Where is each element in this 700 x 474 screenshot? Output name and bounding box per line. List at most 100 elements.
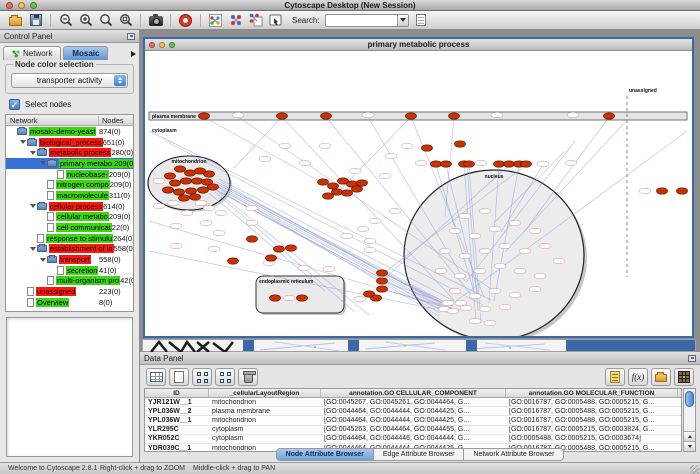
- network-node[interactable]: [441, 161, 452, 167]
- table-cell[interactable]: cytoplasm: [209, 426, 321, 433]
- network-node[interactable]: [170, 180, 181, 186]
- table-row[interactable]: YPL036W__1mitochondrion[GO:0044464, GO:0…: [145, 416, 681, 425]
- tree-row[interactable]: transport558(0): [6, 254, 133, 265]
- network-node[interactable]: [342, 190, 353, 196]
- network-node[interactable]: [259, 156, 271, 161]
- scrollbar-thumb[interactable]: [685, 391, 694, 407]
- network-node[interactable]: [469, 233, 481, 238]
- close-button[interactable]: [149, 42, 155, 48]
- tab-network[interactable]: Network: [3, 46, 61, 60]
- network-node[interactable]: [377, 286, 388, 292]
- tree-row[interactable]: nucleobase-209(0): [6, 169, 133, 180]
- table-cell[interactable]: cytoplasm: [209, 435, 321, 442]
- tree-row[interactable]: biological_process651(0): [6, 137, 133, 148]
- tree-row[interactable]: response to stimulu264(0): [6, 233, 133, 244]
- network-node[interactable]: [362, 112, 374, 117]
- resize-grip[interactable]: [690, 465, 699, 474]
- network-node[interactable]: [499, 243, 511, 248]
- network-node[interactable]: [479, 306, 491, 311]
- network-node[interactable]: [509, 220, 521, 225]
- network-node[interactable]: [489, 226, 501, 231]
- column-molecular-function[interactable]: annotation.GO MOLECULAR_FUNCTION: [506, 389, 678, 397]
- network-node[interactable]: [464, 161, 475, 167]
- network-node[interactable]: [454, 273, 466, 278]
- new-attribute-button[interactable]: [169, 368, 189, 386]
- network-node[interactable]: [489, 288, 501, 293]
- create-network-icon[interactable]: [228, 13, 243, 28]
- network-window-titlebar[interactable]: primary metabolic process: [145, 39, 692, 51]
- network-node[interactable]: [299, 160, 311, 165]
- network-node[interactable]: [377, 270, 388, 276]
- tree-row[interactable]: multi-organism pro42(0): [6, 276, 133, 287]
- network-node[interactable]: [469, 318, 481, 323]
- attribute-table[interactable]: ID _cellularLayoutRegion annotation.GO C…: [144, 388, 682, 452]
- minimize-button[interactable]: [18, 2, 25, 9]
- table-row[interactable]: YKR052Ccytoplasm[GO:0044464, GO:0044446,…: [145, 435, 681, 444]
- network-node[interactable]: [200, 220, 212, 225]
- network-node[interactable]: [274, 246, 285, 252]
- network-node[interactable]: [192, 178, 203, 184]
- network-node[interactable]: [181, 210, 193, 215]
- network-node[interactable]: [232, 112, 244, 117]
- network-node[interactable]: [357, 180, 368, 186]
- network-node[interactable]: [553, 258, 565, 263]
- network-node[interactable]: [529, 228, 541, 233]
- table-cell[interactable]: [GO:0005488, GO:0005215, GO:0003674]: [506, 435, 678, 442]
- network-node[interactable]: [354, 296, 366, 301]
- network-node[interactable]: [639, 188, 651, 193]
- zoom-in-icon[interactable]: [78, 13, 93, 28]
- column-cellular-component[interactable]: annotation.GO CELLULAR_COMPONENT: [321, 389, 506, 397]
- network-node[interactable]: [319, 143, 331, 148]
- network-node[interactable]: [153, 203, 165, 208]
- minimize-button[interactable]: [159, 42, 165, 48]
- network-node[interactable]: [504, 161, 515, 167]
- tab-scroll-right-icon[interactable]: [131, 51, 136, 57]
- table-cell[interactable]: [GO:0044464, GO:0044444, GO:0044425, G..…: [321, 408, 506, 415]
- table-row[interactable]: YJR121W__1mitochondrion[GO:0045267, GO:0…: [145, 398, 681, 407]
- network-node[interactable]: [514, 268, 526, 273]
- zoom-fit-icon[interactable]: [118, 13, 133, 28]
- tree-row[interactable]: mosaic-demo-yeast874(0): [6, 126, 133, 137]
- network-node[interactable]: [449, 113, 460, 119]
- annotation-icon[interactable]: [268, 13, 283, 28]
- network-node[interactable]: [228, 258, 239, 264]
- node-color-dropdown[interactable]: transporter activity: [11, 73, 128, 88]
- tree-row[interactable]: macromolecule311(0): [6, 190, 133, 201]
- network-node[interactable]: [521, 161, 532, 167]
- network-node[interactable]: [213, 230, 225, 235]
- help-icon[interactable]: [178, 13, 193, 28]
- table-cell[interactable]: [GO:0016787, GO:0005488, GO:0005215, G..…: [506, 399, 678, 406]
- network-node[interactable]: [170, 243, 182, 248]
- tree-row[interactable]: establishment of lo558(0): [6, 244, 133, 255]
- table-cell[interactable]: mitochondrion: [209, 417, 321, 424]
- network-node[interactable]: [246, 205, 258, 210]
- delete-attribute-button[interactable]: [238, 368, 258, 386]
- close-button[interactable]: [6, 2, 13, 9]
- network-node[interactable]: [185, 170, 196, 176]
- network-node[interactable]: [246, 220, 258, 225]
- search-dropdown-button[interactable]: [397, 15, 408, 26]
- network-node[interactable]: [266, 255, 277, 261]
- network-node[interactable]: [181, 178, 192, 184]
- network-node[interactable]: [539, 243, 551, 248]
- float-panel-icon[interactable]: [688, 355, 696, 362]
- tab-network-attribute-browser[interactable]: Network Attribute Browser: [464, 449, 563, 460]
- network-node[interactable]: [449, 228, 461, 233]
- expander-icon[interactable]: [39, 161, 47, 165]
- network-node[interactable]: [174, 189, 185, 195]
- search-field[interactable]: [326, 15, 397, 26]
- table-cell[interactable]: [GO:0045267, GO:0045261, GO:0044464, G..…: [321, 399, 506, 406]
- network-node[interactable]: [537, 161, 549, 166]
- network-node[interactable]: [208, 246, 220, 251]
- tree-row[interactable]: Overview8(0): [6, 297, 133, 308]
- network-node[interactable]: [323, 266, 335, 271]
- tree-row[interactable]: secretion41(0): [6, 265, 133, 276]
- table-cell[interactable]: [GO:0016787, GO:0005488, GO:0005215, G..…: [506, 408, 678, 415]
- tree-column-network[interactable]: Network: [6, 116, 99, 125]
- network-node[interactable]: [190, 194, 201, 200]
- network-node[interactable]: [165, 173, 176, 179]
- network-node[interactable]: [318, 179, 329, 185]
- network-node[interactable]: [377, 278, 388, 284]
- table-cell[interactable]: plasma membrane: [209, 408, 321, 415]
- table-cell[interactable]: YPL036W__2: [145, 408, 209, 415]
